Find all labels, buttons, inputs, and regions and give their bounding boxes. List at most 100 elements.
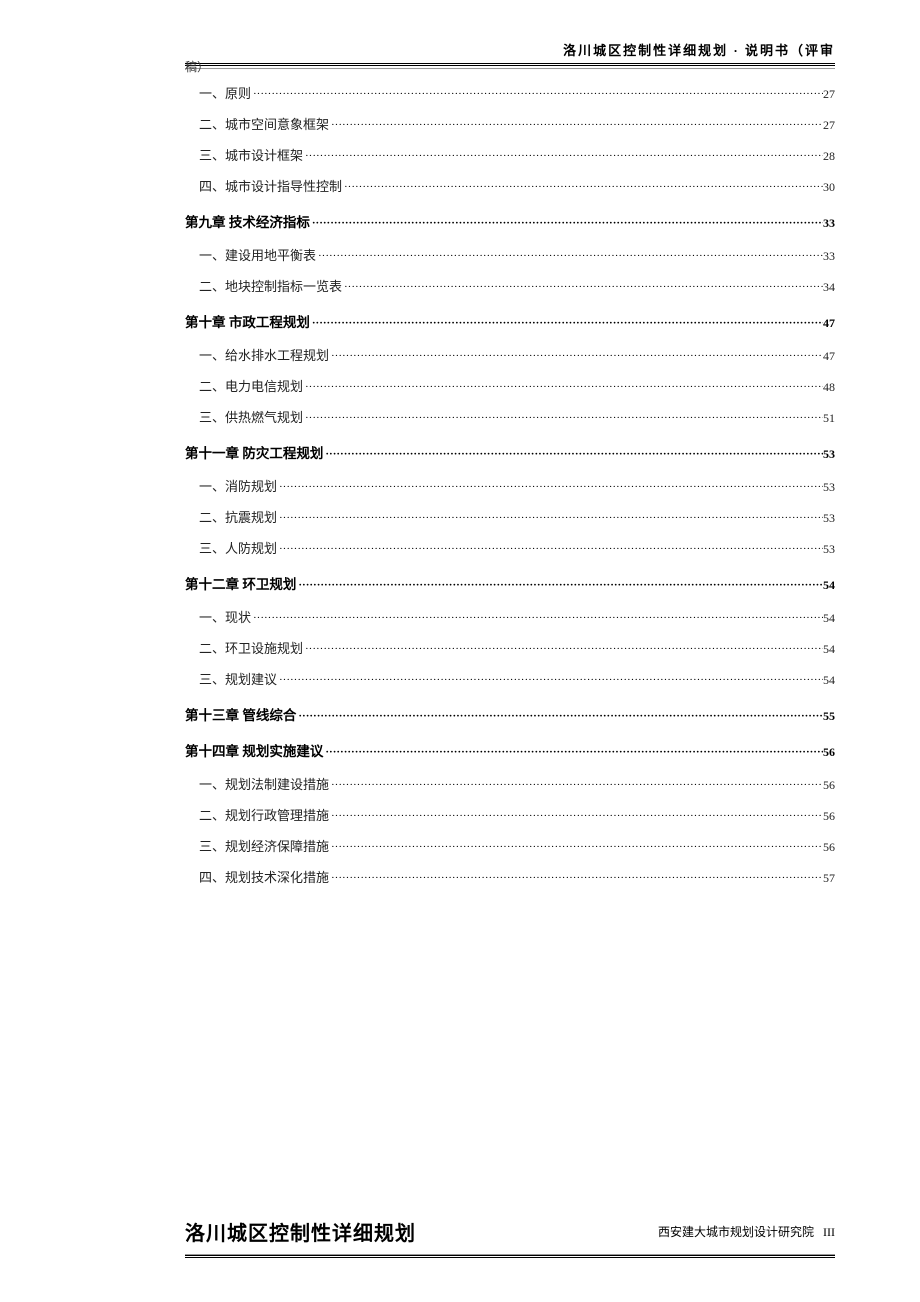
toc-label: 一、规划法制建设措施 — [199, 774, 329, 793]
toc-label: 一、建设用地平衡表 — [199, 245, 316, 264]
toc-entry: 第十三章 管线综合·······························… — [185, 704, 835, 724]
toc-page: 51 — [823, 411, 835, 426]
toc-page: 56 — [823, 778, 835, 793]
toc-page: 56 — [823, 745, 835, 760]
toc-entry: 三、规划经济保障措施······························… — [199, 836, 835, 855]
toc-leader: ········································… — [316, 250, 823, 262]
toc-leader: ········································… — [342, 181, 823, 193]
toc-label: 三、城市设计框架 — [199, 145, 303, 164]
toc-page: 27 — [823, 87, 835, 102]
toc-entry: 一、规划法制建设措施······························… — [199, 774, 835, 793]
toc-label: 四、规划技术深化措施 — [199, 867, 329, 886]
toc-leader: ········································… — [329, 810, 823, 822]
toc-label: 三、供热燃气规划 — [199, 407, 303, 426]
toc-label: 三、人防规划 — [199, 538, 277, 557]
toc-page: 56 — [823, 840, 835, 855]
header-title: 洛川城区控制性详细规划 · 说明书（评审 — [563, 43, 835, 58]
toc-page: 57 — [823, 871, 835, 886]
toc-page: 53 — [823, 447, 835, 462]
toc-leader: ········································… — [342, 281, 823, 293]
toc-page: 53 — [823, 480, 835, 495]
toc-label: 二、城市空间意象框架 — [199, 114, 329, 133]
toc-leader: ········································… — [303, 381, 823, 393]
toc-leader: ········································… — [329, 119, 823, 131]
toc-page: 48 — [823, 380, 835, 395]
toc-entry: 三、供热燃气规划································… — [199, 407, 835, 426]
toc-leader: ········································… — [329, 350, 823, 362]
toc-page: 33 — [823, 249, 835, 264]
toc-entry: 第十一章 防灾工程规划·····························… — [185, 442, 835, 462]
toc-entry: 一、给水排水工程规划······························… — [199, 345, 835, 364]
toc-leader: ········································… — [303, 412, 823, 424]
toc-label: 一、原则 — [199, 83, 251, 102]
header-continuation: 稿） — [185, 58, 209, 75]
toc-leader: ········································… — [277, 481, 823, 493]
toc-leader: ········································… — [251, 88, 823, 100]
toc-leader: ········································… — [251, 612, 823, 624]
page-footer: 洛川城区控制性详细规划 西安建大城市规划设计研究院 III — [185, 1217, 835, 1258]
table-of-contents: 一、原则····································… — [185, 83, 835, 886]
page-header: 洛川城区控制性详细规划 · 说明书（评审 — [185, 40, 835, 63]
toc-entry: 一、现状····································… — [199, 607, 835, 626]
toc-leader: ········································… — [303, 150, 823, 162]
toc-label: 一、消防规划 — [199, 476, 277, 495]
toc-entry: 二、环卫设施规划································… — [199, 638, 835, 657]
toc-entry: 四、规划技术深化措施······························… — [199, 867, 835, 886]
toc-page: 54 — [823, 642, 835, 657]
toc-page: 27 — [823, 118, 835, 133]
document-page: 洛川城区控制性详细规划 · 说明书（评审 稿） 一、原则············… — [0, 0, 920, 1302]
toc-label: 二、地块控制指标一览表 — [199, 276, 342, 295]
toc-page: 53 — [823, 511, 835, 526]
toc-entry: 二、电力电信规划································… — [199, 376, 835, 395]
toc-page: 47 — [823, 349, 835, 364]
toc-page: 54 — [823, 578, 835, 593]
toc-entry: 一、消防规划··································… — [199, 476, 835, 495]
toc-label: 第十章 市政工程规划 — [185, 311, 310, 331]
toc-entry: 二、规划行政管理措施······························… — [199, 805, 835, 824]
toc-leader: ········································… — [277, 543, 823, 555]
toc-entry: 一、建设用地平衡表·······························… — [199, 245, 835, 264]
toc-leader: ········································… — [329, 779, 823, 791]
toc-entry: 第十四章 规划实施建议·····························… — [185, 740, 835, 760]
toc-leader: ········································… — [323, 448, 823, 460]
toc-page: 47 — [823, 316, 835, 331]
toc-label: 第十四章 规划实施建议 — [185, 740, 323, 760]
footer-org: 西安建大城市规划设计研究院 III — [658, 1223, 835, 1240]
footer-org-name: 西安建大城市规划设计研究院 — [658, 1225, 814, 1239]
toc-entry: 三、规划建议··································… — [199, 669, 835, 688]
header-rule — [185, 63, 835, 69]
toc-label: 第九章 技术经济指标 — [185, 211, 310, 231]
toc-leader: ········································… — [323, 746, 823, 758]
toc-leader: ········································… — [329, 872, 823, 884]
toc-leader: ········································… — [329, 841, 823, 853]
toc-entry: 第十章 市政工程规划······························… — [185, 311, 835, 331]
toc-entry: 第九章 技术经济指标······························… — [185, 211, 835, 231]
toc-leader: ········································… — [277, 674, 823, 686]
toc-label: 二、环卫设施规划 — [199, 638, 303, 657]
footer-page-number: III — [823, 1225, 835, 1239]
toc-label: 三、规划建议 — [199, 669, 277, 688]
footer-rule — [185, 1254, 835, 1258]
toc-entry: 二、地块控制指标一览表·····························… — [199, 276, 835, 295]
toc-label: 第十一章 防灾工程规划 — [185, 442, 323, 462]
toc-entry: 第十二章 环卫规划·······························… — [185, 573, 835, 593]
toc-entry: 二、抗震规划··································… — [199, 507, 835, 526]
toc-page: 54 — [823, 673, 835, 688]
toc-entry: 三、人防规划··································… — [199, 538, 835, 557]
toc-label: 二、抗震规划 — [199, 507, 277, 526]
toc-label: 四、城市设计指导性控制 — [199, 176, 342, 195]
toc-page: 53 — [823, 542, 835, 557]
toc-label: 三、规划经济保障措施 — [199, 836, 329, 855]
toc-entry: 三、城市设计框架································… — [199, 145, 835, 164]
toc-page: 34 — [823, 280, 835, 295]
toc-leader: ········································… — [310, 217, 823, 229]
toc-entry: 一、原则····································… — [199, 83, 835, 102]
toc-label: 二、电力电信规划 — [199, 376, 303, 395]
toc-page: 56 — [823, 809, 835, 824]
toc-leader: ········································… — [310, 317, 823, 329]
toc-page: 55 — [823, 709, 835, 724]
toc-label: 第十三章 管线综合 — [185, 704, 296, 724]
toc-leader: ········································… — [296, 710, 823, 722]
toc-entry: 二、城市空间意象框架······························… — [199, 114, 835, 133]
toc-leader: ········································… — [303, 643, 823, 655]
